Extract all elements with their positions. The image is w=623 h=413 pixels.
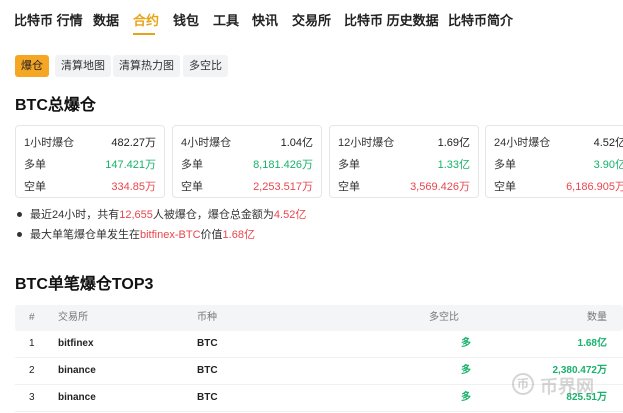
table-header: # 交易所 币种 多空比 数量 [15,305,623,331]
nav-item-news[interactable]: 快讯 [252,10,278,29]
liquidation-card-4h: 4小时爆仓 1.04亿 多单 8,181.426万 空单 2,253.517万 [172,125,322,198]
card-short-value: 3,569.426万 [410,181,470,193]
card-short-label: 空单 [338,181,360,193]
header-exchange: 交易所 [58,312,88,323]
row-coin: BTC [197,338,218,349]
summary-notes: 最近24小时，共有12,655人被爆仓，爆仓总金额为4.52亿 最大单笔爆仓单发… [15,207,306,247]
row-exchange: binance [58,365,96,376]
largest-order-source-link[interactable]: bitfinex-BTC [140,229,201,241]
card-long-value: 147.421万 [105,159,156,171]
bullet-dot-icon [17,212,22,217]
card-short-value: 334.85万 [111,181,156,193]
row-side: 多 [461,365,471,376]
row-num: 3 [29,392,35,403]
summary-title: BTC总爆仓 [15,97,96,114]
tab-liquidation-heatmap[interactable]: 清算热力图 [113,55,180,77]
nav-item-wallet[interactable]: 钱包 [173,10,199,29]
top3-table: # 交易所 币种 多空比 数量 1 bitfinex BTC 多 1.68亿 2… [15,305,623,412]
card-long-value: 8,181.426万 [253,159,313,171]
card-total: 1.69亿 [437,137,470,149]
card-period: 12小时爆仓 [338,137,395,149]
nav-active-indicator [133,33,155,35]
card-total: 482.27万 [111,137,156,149]
card-long-label: 多单 [338,159,360,171]
watermark-coin-icon: 币 [512,373,534,395]
note-text: 人被爆仓，爆仓总金额为 [152,209,274,221]
card-period: 4小时爆仓 [181,137,232,149]
card-period: 24小时爆仓 [494,137,551,149]
header-num: # [29,312,35,323]
row-coin: BTC [197,392,218,403]
note-24h-summary: 最近24小时，共有12,655人被爆仓，爆仓总金额为4.52亿 [15,207,306,227]
tab-liquidation[interactable]: 爆仓 [15,55,49,77]
row-qty: 1.68亿 [577,338,607,349]
table-row[interactable]: 1 bitfinex BTC 多 1.68亿 [15,331,623,358]
row-exchange: bitfinex [58,338,94,349]
header-qty: 数量 [587,312,607,323]
nav-item-btc-history[interactable]: 比特币 历史数据 [344,10,439,29]
bullet-dot-icon [17,232,22,237]
row-coin: BTC [197,365,218,376]
note-text: 价值 [200,229,223,241]
card-short-label: 空单 [494,181,516,193]
tab-liquidation-map[interactable]: 清算地图 [55,55,111,77]
card-short-label: 空单 [24,181,46,193]
nav-item-tools[interactable]: 工具 [213,10,239,29]
card-total: 1.04亿 [280,137,313,149]
row-side: 多 [461,392,471,403]
liquidation-card-12h: 12小时爆仓 1.69亿 多单 1.33亿 空单 3,569.426万 [329,125,479,198]
largest-order-amount: 1.68亿 [222,229,255,241]
tab-long-short-ratio[interactable]: 多空比 [183,55,228,77]
header-coin: 币种 [197,312,217,323]
liquidation-card-24h: 24小时爆仓 4.52亿 多单 3.90亿 空单 6,186.905万 [485,125,623,198]
card-long-label: 多单 [494,159,516,171]
top-nav: 比特币 行情 数据 合约 钱包 工具 快讯 交易所 比特币 历史数据 比特币简介 [0,0,623,36]
nav-item-exchanges[interactable]: 交易所 [292,10,331,29]
card-total: 4.52亿 [593,137,623,149]
card-long-value: 3.90亿 [593,159,623,171]
card-short-label: 空单 [181,181,203,193]
nav-item-data[interactable]: 数据 [93,10,119,29]
liquidated-amount: 4.52亿 [273,209,307,221]
nav-item-btc-intro[interactable]: 比特币简介 [448,10,513,29]
row-num: 2 [29,365,35,376]
card-long-label: 多单 [181,159,203,171]
card-period: 1小时爆仓 [24,137,75,149]
card-long-value: 1.33亿 [437,159,470,171]
card-short-value: 2,253.517万 [253,181,313,193]
nav-item-contract[interactable]: 合约 [133,10,159,29]
row-side: 多 [461,338,471,349]
note-text: 最大单笔爆仓单发生在 [30,229,140,241]
header-side: 多空比 [429,312,459,323]
watermark-text: 币界网 [540,377,594,397]
row-num: 1 [29,338,35,349]
note-text: 最近24小时，共有 [30,209,120,221]
nav-item-btc-market[interactable]: 比特币 行情 [14,10,83,29]
row-exchange: binance [58,392,96,403]
card-long-label: 多单 [24,159,46,171]
liquidated-count: 12,655 [119,209,153,221]
top3-title: BTC单笔爆仓TOP3 [15,276,154,293]
liquidation-card-1h: 1小时爆仓 482.27万 多单 147.421万 空单 334.85万 [15,125,165,198]
note-largest-order: 最大单笔爆仓单发生在bitfinex-BTC价值1.68亿 [15,227,306,247]
card-short-value: 6,186.905万 [566,181,623,193]
